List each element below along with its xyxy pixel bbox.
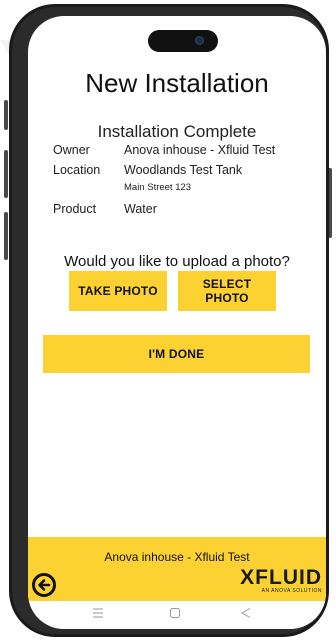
triangle-back-icon[interactable] [240, 607, 252, 619]
arrow-left-circle-icon [38, 579, 51, 591]
phone-screen: New Installation Installation Complete O… [28, 16, 326, 629]
upload-photo-prompt: Would you like to upload a photo? [64, 253, 290, 270]
dynamic-island [148, 30, 218, 52]
footer-account-name: Anova inhouse - Xfluid Test [104, 550, 250, 564]
product-label: Product [53, 202, 97, 216]
camera-icon [195, 36, 204, 45]
done-button[interactable]: I'M DONE [43, 335, 310, 373]
owner-label: Owner [53, 143, 90, 157]
status-heading: Installation Complete [97, 122, 257, 141]
page-title: New Installation [85, 68, 269, 98]
device-volume-up-button [4, 150, 8, 198]
home-icon[interactable] [169, 607, 181, 619]
take-photo-button[interactable]: TAKE PHOTO [69, 271, 167, 311]
location-value: Woodlands Test Tank [124, 163, 243, 177]
device-volume-down-button [4, 212, 8, 260]
system-nav-bar [28, 601, 326, 629]
logo-text: XFLUID [240, 566, 322, 589]
location-address: Main Street 123 [124, 182, 192, 193]
back-button[interactable] [32, 573, 56, 597]
select-photo-button[interactable]: SELECT PHOTO [178, 271, 276, 311]
product-value: Water [124, 202, 157, 216]
location-label: Location [53, 163, 101, 177]
menu-icon[interactable] [92, 607, 104, 619]
xfluid-logo: XFLUID AN ANOVA SOLUTION [240, 567, 322, 594]
owner-value: Anova inhouse - Xfluid Test [124, 143, 276, 157]
footer-bar: Anova inhouse - Xfluid Test XFLUID AN AN… [28, 537, 326, 601]
device-action-button [4, 100, 8, 130]
